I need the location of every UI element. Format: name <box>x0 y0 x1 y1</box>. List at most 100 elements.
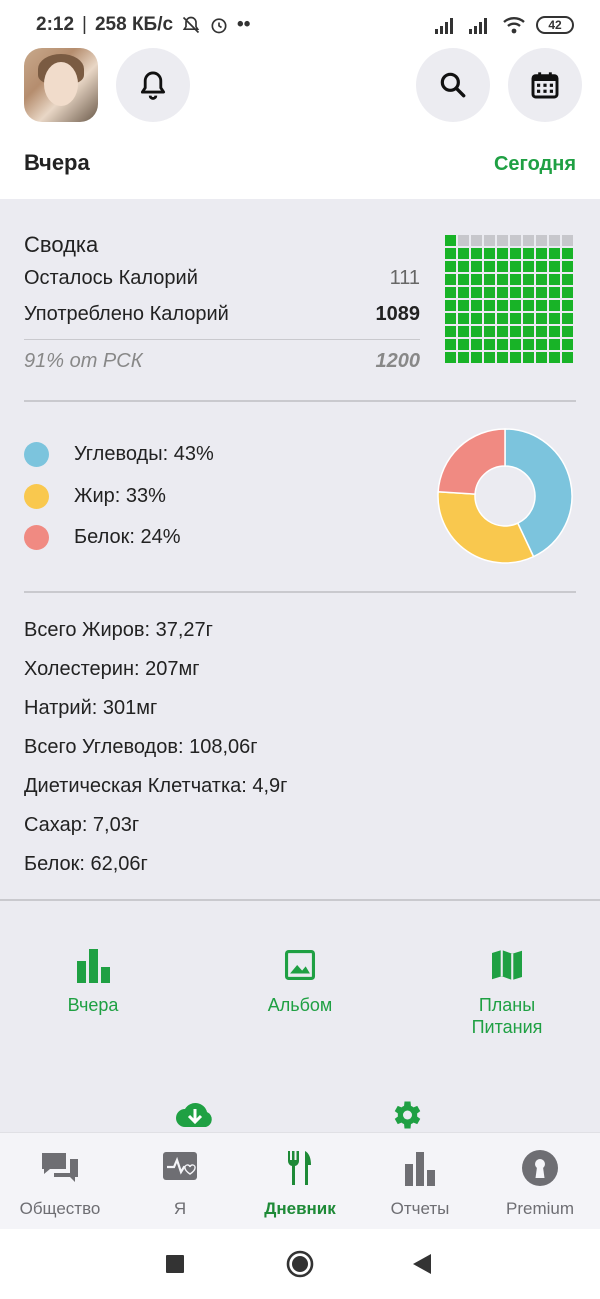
grid-cell-filled <box>458 287 469 298</box>
summary-title: Сводка <box>24 232 99 257</box>
nav-me-label: Я <box>173 1199 187 1218</box>
grid-cell-filled <box>523 339 534 350</box>
macro-color-dot <box>24 441 49 467</box>
back-button[interactable] <box>412 1253 432 1280</box>
system-navigation <box>0 1229 600 1299</box>
grid-cell-filled <box>471 261 482 272</box>
nutrient-item: Белок: 62,06г <box>24 853 148 875</box>
nav-reports[interactable]: Отчеты <box>360 1147 480 1219</box>
grid-cell-filled <box>523 300 534 311</box>
nav-premium[interactable]: Premium <box>480 1147 600 1219</box>
nav-premium-label: Premium <box>505 1199 574 1218</box>
nutrient-item: Всего Жиров: 37,27г <box>24 619 213 641</box>
status-time: 2:12 <box>36 14 75 35</box>
grid-cell-empty <box>536 235 547 246</box>
search-button[interactable] <box>416 48 490 122</box>
grid-cell-filled <box>536 326 547 337</box>
nav-diary[interactable]: Дневник <box>240 1147 360 1219</box>
bell-off-icon <box>182 16 200 34</box>
grid-cell-filled <box>445 235 456 246</box>
grid-cell-filled <box>549 313 560 324</box>
grid-cell-filled <box>497 274 508 285</box>
status-speed: 258 КБ/с <box>94 14 174 35</box>
grid-cell-filled <box>471 339 482 350</box>
shortcut-meal-plans-label: Планы Питания <box>471 995 543 1037</box>
grid-cell-filled <box>562 339 573 350</box>
macro-label: Жир: 33% <box>74 484 166 507</box>
grid-cell-filled <box>458 339 469 350</box>
grid-cell-filled <box>523 248 534 259</box>
grid-cell-filled <box>497 300 508 311</box>
signal-icon-2 <box>469 18 487 34</box>
grid-cell-filled <box>497 326 508 337</box>
grid-cell-filled <box>549 287 560 298</box>
grid-cell-filled <box>458 313 469 324</box>
nav-community-label: Общество <box>19 1199 101 1218</box>
signal-icon <box>435 18 453 34</box>
grid-cell-filled <box>523 261 534 272</box>
macro-label: Белок: 24% <box>74 525 181 548</box>
alarm-icon <box>211 18 227 34</box>
grid-cell-filled <box>458 326 469 337</box>
grid-cell-filled <box>510 300 521 311</box>
grid-cell-filled <box>497 287 508 298</box>
grid-cell-filled <box>458 248 469 259</box>
nav-me[interactable]: Я <box>120 1147 240 1219</box>
grid-cell-filled <box>510 274 521 285</box>
grid-cell-empty <box>523 235 534 246</box>
bottom-navigation: Общество Я Дневник Отчеты Premium <box>0 1132 600 1229</box>
grid-cell-filled <box>471 326 482 337</box>
grid-cell-filled <box>562 352 573 363</box>
grid-cell-filled <box>445 261 456 272</box>
grid-cell-filled <box>484 287 495 298</box>
remaining-calories-label: Осталось Калорий <box>24 267 198 289</box>
grid-cell-filled <box>471 352 482 363</box>
grid-cell-filled <box>484 313 495 324</box>
grid-cell-filled <box>458 300 469 311</box>
wifi-icon <box>503 17 525 34</box>
grid-cell-filled <box>471 313 482 324</box>
grid-cell-filled <box>523 287 534 298</box>
avatar[interactable] <box>24 48 98 122</box>
grid-cell-filled <box>458 274 469 285</box>
fork-knife-icon <box>285 1147 315 1189</box>
grid-cell-filled <box>562 274 573 285</box>
status-separator: | <box>82 14 87 35</box>
grid-cell-filled <box>471 248 482 259</box>
remaining-calories-value: 111 <box>389 267 420 289</box>
grid-cell-filled <box>497 339 508 350</box>
nav-diary-label: Дневник <box>264 1199 336 1218</box>
grid-cell-filled <box>549 352 560 363</box>
grid-cell-filled <box>523 313 534 324</box>
grid-cell-filled <box>484 274 495 285</box>
grid-cell-filled <box>549 274 560 285</box>
shortcut-meal-plans[interactable]: Планы Питания <box>417 944 597 1038</box>
shortcut-yesterday[interactable]: Вчера <box>3 944 183 1016</box>
recents-button[interactable] <box>165 1254 185 1279</box>
nav-community[interactable]: Общество <box>0 1147 120 1219</box>
calendar-icon <box>531 72 559 99</box>
today-link[interactable]: Сегодня <box>494 153 576 176</box>
calorie-progress-grid <box>445 235 577 367</box>
shortcut-yesterday-label: Вчера <box>67 995 119 1015</box>
notifications-button[interactable] <box>116 48 190 122</box>
shortcut-album[interactable]: Альбом <box>210 944 390 1016</box>
macro-donut-chart <box>437 428 573 564</box>
grid-cell-filled <box>523 352 534 363</box>
status-dots: •• <box>237 14 251 35</box>
grid-cell-filled <box>471 300 482 311</box>
home-button[interactable] <box>286 1250 314 1283</box>
calendar-button[interactable] <box>508 48 582 122</box>
goal-row: 91% от РСК 1200 <box>24 350 420 373</box>
square-icon <box>166 1255 184 1273</box>
grid-cell-filled <box>536 261 547 272</box>
grid-cell-filled <box>536 339 547 350</box>
bar-chart-icon <box>75 944 111 986</box>
macro-item: Жир: 33% <box>24 481 166 511</box>
map-icon <box>489 944 525 986</box>
grid-cell-empty <box>562 235 573 246</box>
grid-cell-filled <box>536 287 547 298</box>
grid-cell-filled <box>510 313 521 324</box>
top-row <box>0 48 600 124</box>
grid-cell-filled <box>445 274 456 285</box>
